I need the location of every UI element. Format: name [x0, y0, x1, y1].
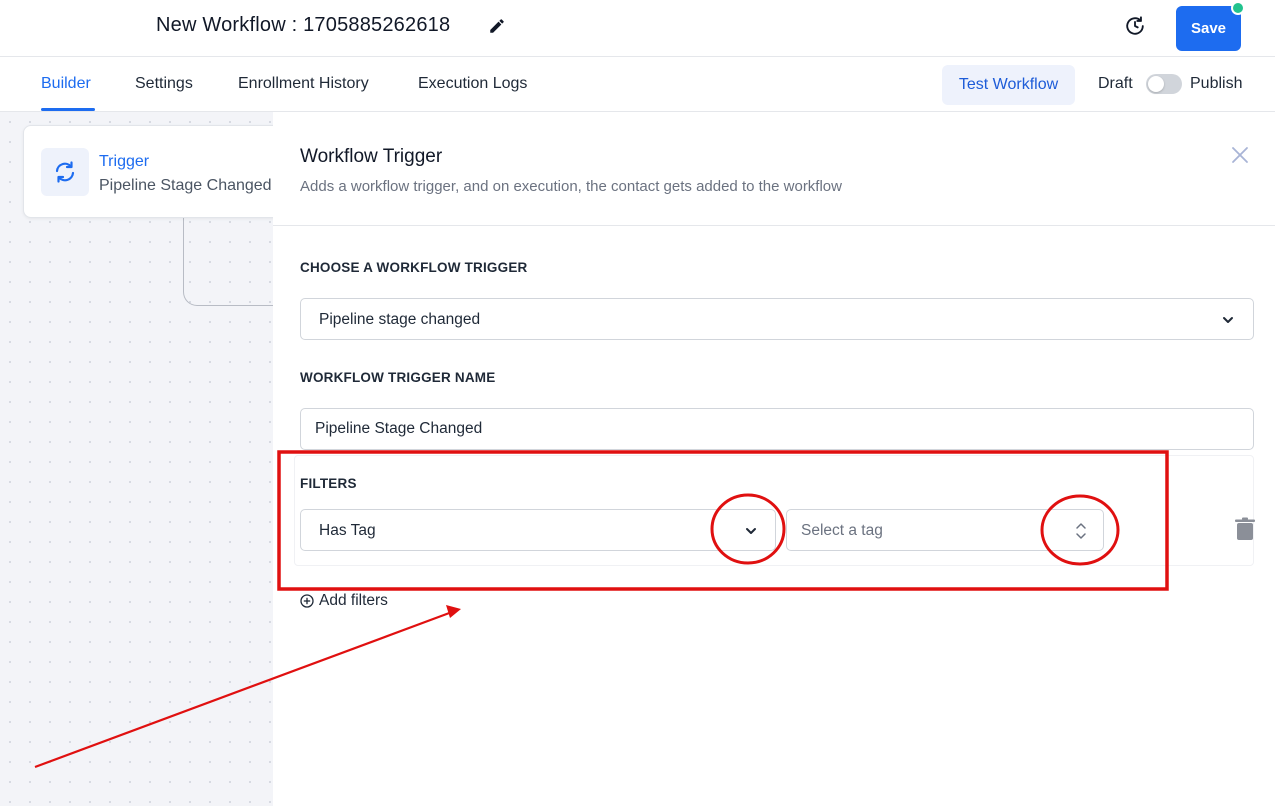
tab-builder[interactable]: Builder [41, 75, 91, 93]
tab-enrollment-history[interactable]: Enrollment History [238, 75, 369, 93]
panel-header: Workflow Trigger Adds a workflow trigger… [273, 112, 1275, 226]
workflow-title: New Workflow : 1705885262618 [156, 14, 451, 36]
filters-label: FILTERS [300, 476, 357, 491]
add-filters-button[interactable]: Add filters [300, 592, 388, 610]
trigger-node-card[interactable]: Trigger Pipeline Stage Changed [23, 125, 283, 218]
trigger-name-label: WORKFLOW TRIGGER NAME [300, 370, 496, 385]
trigger-settings-panel: Workflow Trigger Adds a workflow trigger… [273, 112, 1275, 806]
publish-toggle[interactable] [1146, 74, 1182, 94]
history-icon[interactable] [1124, 15, 1146, 37]
status-dot [1231, 1, 1245, 15]
choose-trigger-label: CHOOSE A WORKFLOW TRIGGER [300, 260, 528, 275]
toggle-knob [1148, 76, 1164, 92]
trigger-title: Trigger [99, 153, 150, 170]
add-filters-label: Add filters [319, 592, 388, 609]
connector-line [183, 218, 283, 306]
chevron-down-icon[interactable] [744, 524, 758, 538]
filter-type-value: Has Tag [319, 522, 376, 539]
trigger-icon-box [41, 148, 89, 196]
trigger-type-value: Pipeline stage changed [319, 311, 481, 328]
draft-label: Draft [1098, 75, 1133, 92]
active-tab-indicator [41, 108, 95, 111]
trigger-type-select[interactable]: Pipeline stage changed [300, 298, 1254, 340]
panel-title: Workflow Trigger [300, 146, 443, 167]
tab-execution-logs[interactable]: Execution Logs [418, 75, 527, 93]
test-workflow-button[interactable]: Test Workflow [942, 65, 1075, 105]
updown-chevron-icon[interactable] [1075, 521, 1087, 541]
tag-placeholder: Select a tag [801, 522, 883, 539]
tab-settings[interactable]: Settings [135, 75, 193, 93]
panel-description: Adds a workflow trigger, and on executio… [300, 178, 842, 195]
chevron-down-icon [1223, 317, 1233, 323]
top-bar: New Workflow : 1705885262618 Save [0, 0, 1275, 57]
tab-bar: Builder Settings Enrollment History Exec… [0, 57, 1275, 112]
trash-icon[interactable] [1234, 517, 1256, 541]
trigger-name-input[interactable] [300, 408, 1254, 450]
trigger-subtitle: Pipeline Stage Changed [99, 177, 272, 194]
tag-select[interactable]: Select a tag [786, 509, 1104, 551]
refresh-icon [55, 161, 75, 183]
plus-circle-icon [300, 594, 314, 608]
pencil-icon[interactable] [488, 17, 506, 35]
save-button[interactable]: Save [1176, 6, 1241, 51]
close-icon[interactable] [1231, 146, 1249, 164]
publish-label: Publish [1190, 75, 1243, 92]
filter-type-select[interactable]: Has Tag [300, 509, 776, 551]
